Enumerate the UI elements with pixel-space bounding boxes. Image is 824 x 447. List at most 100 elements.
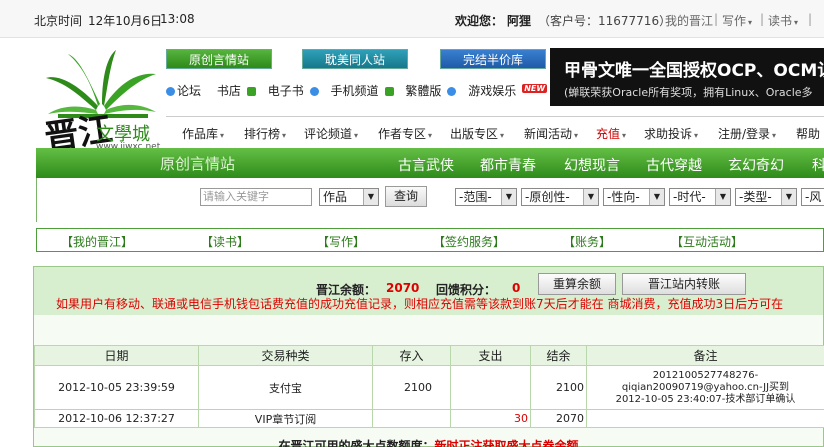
forum-link[interactable]: 论坛	[166, 84, 207, 98]
nav-writing[interactable]: 【写作】	[317, 233, 365, 250]
table-row: 2012-10-05 23:39:59 支付宝 2100 2100 201210…	[34, 365, 824, 410]
col-note: 备注	[586, 345, 824, 366]
originality-filter[interactable]: -原创性- ▼	[521, 188, 599, 206]
traditional-chinese-link[interactable]: 繁體版	[405, 84, 458, 98]
search-input[interactable]: 请输入关键字	[200, 188, 312, 206]
col-deposit: 存入	[372, 345, 451, 366]
quick-nav: 论坛 书店 电子书 手机频道 繁體版 游戏娱乐 NEW	[166, 82, 559, 102]
menu-works-library[interactable]: 作品库 ▾	[182, 125, 224, 142]
nav-reading[interactable]: 【读书】	[201, 233, 249, 250]
menu-reviews[interactable]: 评论频道 ▾	[304, 125, 358, 142]
col-type: 交易种类	[198, 345, 373, 366]
era-filter[interactable]: -时代- ▼	[669, 188, 731, 206]
main-menu: 作品库 ▾ 排行榜 ▾ 评论频道 ▾ 作者专区 ▾ 出版专区 ▾ 新闻活动 ▾ 充值 ▾ 求助…	[166, 116, 824, 146]
beijing-time-label: 北京时间	[34, 14, 83, 28]
chevron-down-icon: ▾	[772, 131, 777, 140]
row-expense: 30	[450, 409, 531, 428]
category-scifi[interactable]: 科	[812, 155, 824, 175]
dropdown-arrow-icon: ▼	[363, 189, 378, 205]
dropdown-arrow-icon: ▼	[583, 189, 598, 205]
separator: |	[714, 12, 719, 26]
dropdown-arrow-icon: ▼	[649, 189, 664, 205]
row-deposit: 2100	[372, 365, 451, 410]
ad-banner[interactable]: 甲骨文唯一全国授权OCP、OCM认 (蝉联荣获Oracle所有奖项，拥有Linu…	[550, 48, 824, 106]
recalculate-balance-button[interactable]: 重算余额	[538, 273, 616, 295]
row-note	[586, 409, 824, 428]
col-balance: 结余	[530, 345, 587, 366]
table-header-row: 日期 交易种类 存入 支出 结余 备注	[34, 345, 824, 366]
category-xuanhuan[interactable]: 玄幻奇幻	[728, 155, 784, 175]
row-type: 支付宝	[198, 365, 373, 410]
category-time-travel[interactable]: 古代穿越	[646, 155, 702, 175]
menu-recharge[interactable]: 充值 ▾	[596, 125, 626, 142]
channel-site-name: 原创言情站	[160, 155, 236, 173]
category-ancient-wuxia[interactable]: 古言武侠	[398, 155, 454, 175]
customer-number: （客户号：11677716）	[538, 14, 672, 28]
menu-help[interactable]: 帮助	[796, 125, 820, 142]
balance-panel: 晋江余额： 2070 回馈积分： 0 重算余额 晋江站内转账 如果用户有移动、联…	[33, 266, 824, 447]
genre-filter[interactable]: -类型- ▼	[735, 188, 797, 206]
top-bar: 北京时间 12年10月6日 13:08 欢迎您： 阿狸 （客户号：1167771…	[0, 0, 824, 38]
chevron-down-icon: ▾	[622, 131, 627, 140]
separator: |	[808, 12, 813, 26]
separator: |	[760, 12, 765, 26]
nav-my-jinjiang[interactable]: 【我的晋江】	[61, 233, 133, 250]
chevron-down-icon: ▾	[354, 131, 359, 140]
category-urban-youth[interactable]: 都市青春	[480, 155, 536, 175]
menu-news[interactable]: 新闻活动 ▾	[524, 125, 578, 142]
ad-subline: (蝉联荣获Oracle所有奖项，拥有Linux、Oracle多	[564, 86, 813, 99]
dropdown-arrow-icon: ▼	[501, 189, 516, 205]
globe-dot-icon	[447, 87, 457, 96]
current-time: 13:08	[160, 12, 195, 26]
mobile-channel-link[interactable]: 手机频道	[331, 84, 396, 98]
dropdown-arrow-icon: ▼	[715, 189, 730, 205]
read-link[interactable]: 读书 ▾	[768, 12, 798, 29]
menu-help-complaints[interactable]: 求助投诉 ▾	[644, 125, 698, 142]
bookstore-link[interactable]: 书店	[217, 84, 258, 98]
search-button[interactable]: 查询	[385, 186, 427, 207]
username[interactable]: 阿狸	[507, 12, 531, 29]
search-type-select[interactable]: 作品 ▼	[319, 188, 379, 206]
nav-contract-service[interactable]: 【签约服务】	[433, 233, 505, 250]
shanda-points-line: 在晋江可用的盛大点数额度：新时正注获取盛大点券余额	[278, 439, 579, 447]
row-balance: 2070	[530, 409, 587, 428]
col-expense: 支出	[450, 345, 531, 366]
user-nav: 【我的晋江】 【读书】 【写作】 【签约服务】 【账务】 【互动活动】 【	[36, 228, 824, 252]
row-note: 2012100527748276- qiqian20090719@yahoo.c…	[586, 365, 824, 410]
welcome-label: 欢迎您：	[455, 14, 504, 28]
style-filter[interactable]: -风	[801, 188, 824, 206]
current-date: 12年10月6日	[88, 14, 163, 28]
nav-interactive[interactable]: 【互动活动】	[671, 233, 743, 250]
row-balance: 2100	[530, 365, 587, 410]
internal-transfer-button[interactable]: 晋江站内转账	[622, 273, 746, 295]
completed-half-price-button[interactable]: 完结半价库	[440, 49, 546, 69]
col-date: 日期	[34, 345, 199, 366]
my-jinjiang-link[interactable]: 我的晋江	[665, 12, 713, 29]
check-icon	[384, 87, 394, 96]
orientation-filter[interactable]: -性向- ▼	[603, 188, 665, 206]
search-row: 请输入关键字 作品 ▼ 查询 -范围- ▼ -原创性- ▼ -性向- ▼ -时代- ▼ -…	[36, 178, 824, 222]
romance-site-button[interactable]: 原创言情站	[166, 49, 272, 69]
games-link[interactable]: 游戏娱乐 NEW	[468, 84, 553, 98]
ebook-link[interactable]: 电子书	[268, 84, 321, 98]
menu-rankings[interactable]: 排行榜 ▾	[244, 125, 286, 142]
chevron-down-icon: ▾	[220, 131, 225, 140]
balance-header: 晋江余额： 2070 回馈积分： 0 重算余额 晋江站内转账 如果用户有移动、联…	[34, 267, 823, 315]
nav-accounts[interactable]: 【账务】	[563, 233, 611, 250]
ebook-dot-icon	[309, 87, 319, 96]
recharge-notice: 如果用户有移动、联通或电信手机钱包话费充值的成功充值记录，则相应充值需等该款到账…	[56, 297, 784, 311]
menu-author-zone[interactable]: 作者专区 ▾	[378, 125, 432, 142]
transaction-table: 日期 交易种类 存入 支出 结余 备注 2012-10-05 23:39:59 …	[34, 345, 824, 428]
row-expense	[450, 365, 531, 410]
menu-register-login[interactable]: 注册/登录 ▾	[718, 125, 776, 142]
forum-dot-icon	[166, 87, 175, 96]
menu-publishing[interactable]: 出版专区 ▾	[450, 125, 504, 142]
chevron-down-icon: ▾	[428, 131, 433, 140]
channel-bar: 原创言情站 古言武侠 都市青春 幻想现言 古代穿越 玄幻奇幻 科	[36, 148, 824, 178]
new-badge: NEW	[522, 84, 548, 93]
scope-filter[interactable]: -范围- ▼	[455, 188, 517, 206]
write-link[interactable]: 写作 ▾	[722, 12, 752, 29]
category-fantasy-modern[interactable]: 幻想现言	[564, 155, 620, 175]
nav-more[interactable]: 【	[817, 233, 824, 250]
danmei-site-button[interactable]: 耽美同人站	[302, 49, 408, 69]
